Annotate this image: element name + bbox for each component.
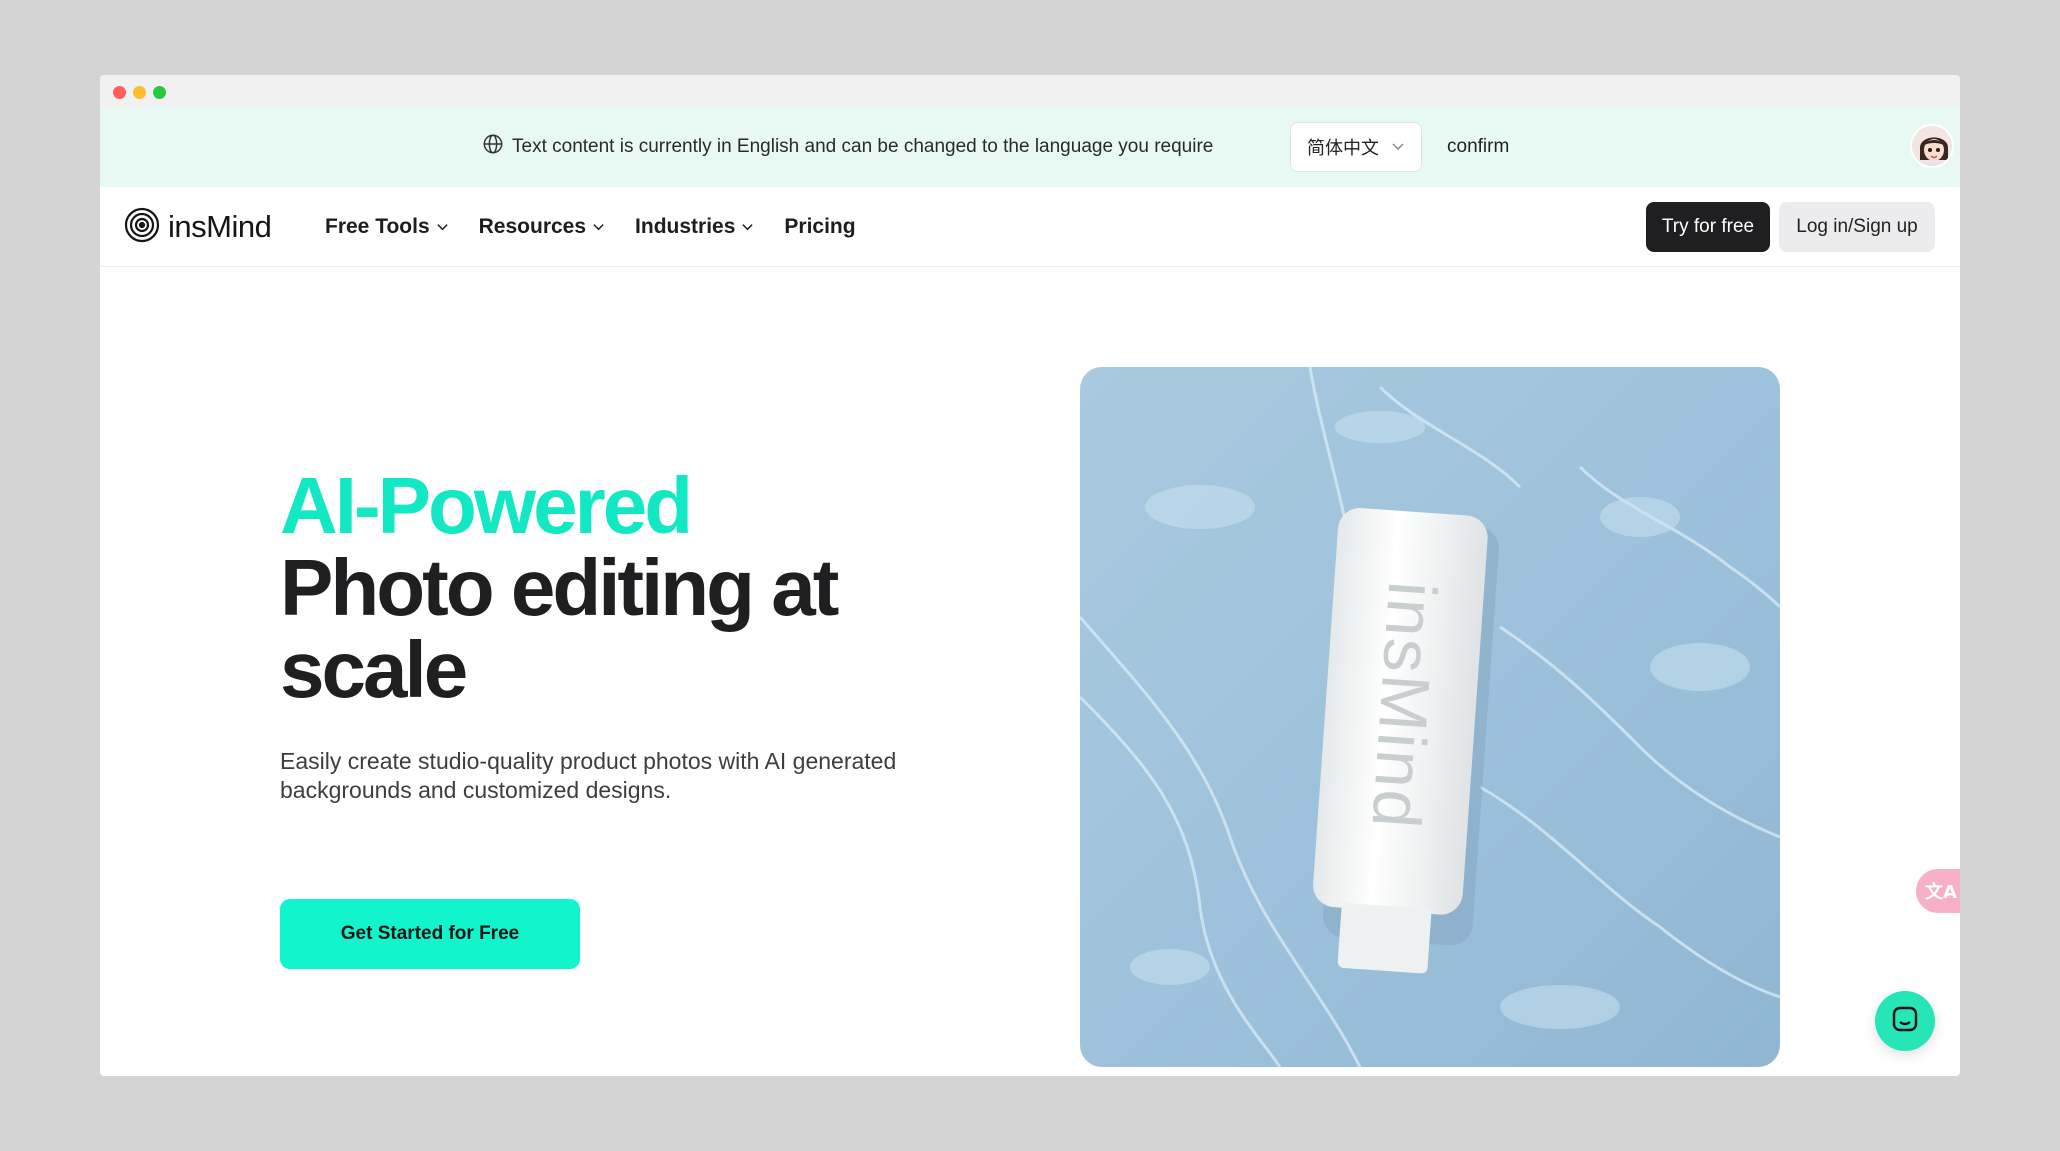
language-message: Text content is currently in English and… [482, 107, 1213, 187]
hero-headline-line2: scale [280, 625, 468, 714]
maximize-window-dot[interactable] [153, 86, 166, 99]
chevron-down-icon [592, 215, 605, 239]
menu-resources[interactable]: Resources [479, 215, 605, 239]
hero-headline-accent: AI-Powered [280, 461, 693, 550]
menu-industries-label: Industries [635, 215, 736, 238]
translate-icon: 文A [1925, 882, 1957, 903]
menu-free-tools-label: Free Tools [325, 215, 430, 238]
minimize-window-dot[interactable] [133, 86, 146, 99]
menu-free-tools[interactable]: Free Tools [325, 215, 449, 239]
main-navbar: insMind Free Tools Resources Industries … [100, 187, 1960, 267]
close-window-dot[interactable] [113, 86, 126, 99]
language-select[interactable]: 简体中文 [1290, 122, 1422, 172]
chevron-down-icon [1391, 137, 1405, 158]
logo-text: insMind [168, 209, 272, 244]
language-select-value: 简体中文 [1307, 138, 1379, 159]
hero-headline-line1: Photo editing at [280, 543, 839, 632]
chevron-down-icon [436, 215, 449, 239]
insmind-logo[interactable]: insMind [124, 187, 272, 267]
hero-product-image: insMind [1080, 367, 1780, 1067]
chevron-down-icon [741, 215, 754, 239]
login-signup-button[interactable]: Log in/Sign up [1779, 202, 1935, 252]
primary-menu: Free Tools Resources Industries Pricing [325, 187, 856, 267]
window-titlebar [100, 75, 1960, 107]
menu-industries[interactable]: Industries [635, 215, 754, 239]
hero-subtext: Easily create studio-quality product pho… [280, 748, 897, 803]
globe-icon [482, 133, 504, 161]
menu-pricing[interactable]: Pricing [784, 215, 855, 239]
language-banner: Text content is currently in English and… [100, 107, 1960, 187]
chat-button[interactable] [1875, 991, 1935, 1051]
language-message-text: Text content is currently in English and… [512, 136, 1214, 157]
avatar[interactable] [1910, 124, 1954, 168]
menu-pricing-label: Pricing [784, 215, 856, 238]
confirm-language-button[interactable]: confirm [1447, 107, 1509, 187]
hero-text: AI-Powered Photo editing at scale Easily… [280, 465, 1040, 805]
browser-window: Text content is currently in English and… [100, 75, 1960, 1076]
get-started-button[interactable]: Get Started for Free [280, 899, 580, 969]
insmind-logo-icon [124, 207, 160, 248]
menu-resources-label: Resources [478, 215, 587, 238]
translate-button[interactable]: 文A [1916, 869, 1960, 913]
chat-icon [1891, 1005, 1919, 1038]
try-for-free-button[interactable]: Try for free [1646, 202, 1770, 252]
